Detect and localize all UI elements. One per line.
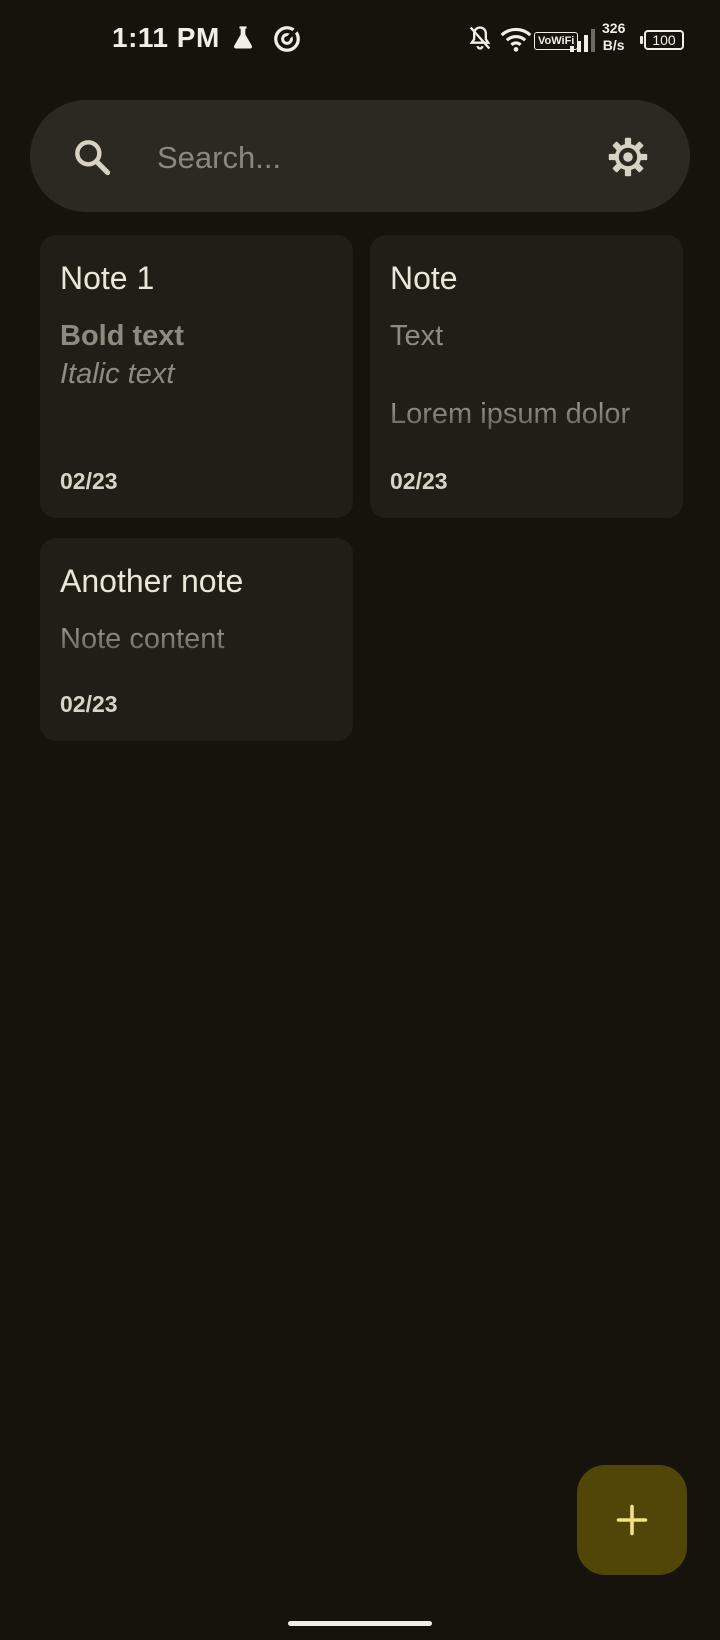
note-date: 02/23 <box>60 468 118 494</box>
note-title: Note <box>390 260 458 296</box>
note-card[interactable]: Note 1 Bold text Italic text 02/23 <box>40 235 353 518</box>
status-time: 1:11 PM <box>112 22 220 53</box>
note-card[interactable]: Another note Note content 02/23 <box>40 538 353 741</box>
battery-indicator: 100 <box>640 30 684 50</box>
signal-icon <box>570 29 595 52</box>
bell-off-icon <box>469 26 491 50</box>
home-indicator[interactable] <box>288 1621 432 1626</box>
note-line: Lorem ipsum dolor <box>390 395 663 433</box>
note-line: Note content <box>60 620 333 658</box>
note-date: 02/23 <box>390 468 448 494</box>
plus-icon <box>616 1504 648 1536</box>
wifi-icon <box>500 27 532 52</box>
status-bar: 1:11 PM VoWiFi 326 B/s 100 <box>0 0 720 80</box>
note-line-italic: Italic text <box>60 358 175 390</box>
note-date: 02/23 <box>60 691 118 717</box>
add-note-button[interactable] <box>577 1465 687 1575</box>
search-icon[interactable] <box>70 135 114 179</box>
gear-icon[interactable] <box>606 135 650 179</box>
note-title: Another note <box>60 563 244 599</box>
network-speed-value: 326 <box>602 20 626 36</box>
note-title: Note 1 <box>60 260 155 296</box>
note-line-bold: Bold text <box>60 320 185 352</box>
note-line: Text <box>390 320 444 352</box>
sync-icon <box>274 26 300 52</box>
note-card[interactable]: Note Text Lorem ipsum dolor 02/23 <box>370 235 683 518</box>
network-speed-unit: B/s <box>602 37 625 53</box>
network-speed: 326 B/s <box>602 20 625 54</box>
search-input[interactable] <box>155 132 559 184</box>
flask-icon <box>233 26 253 49</box>
